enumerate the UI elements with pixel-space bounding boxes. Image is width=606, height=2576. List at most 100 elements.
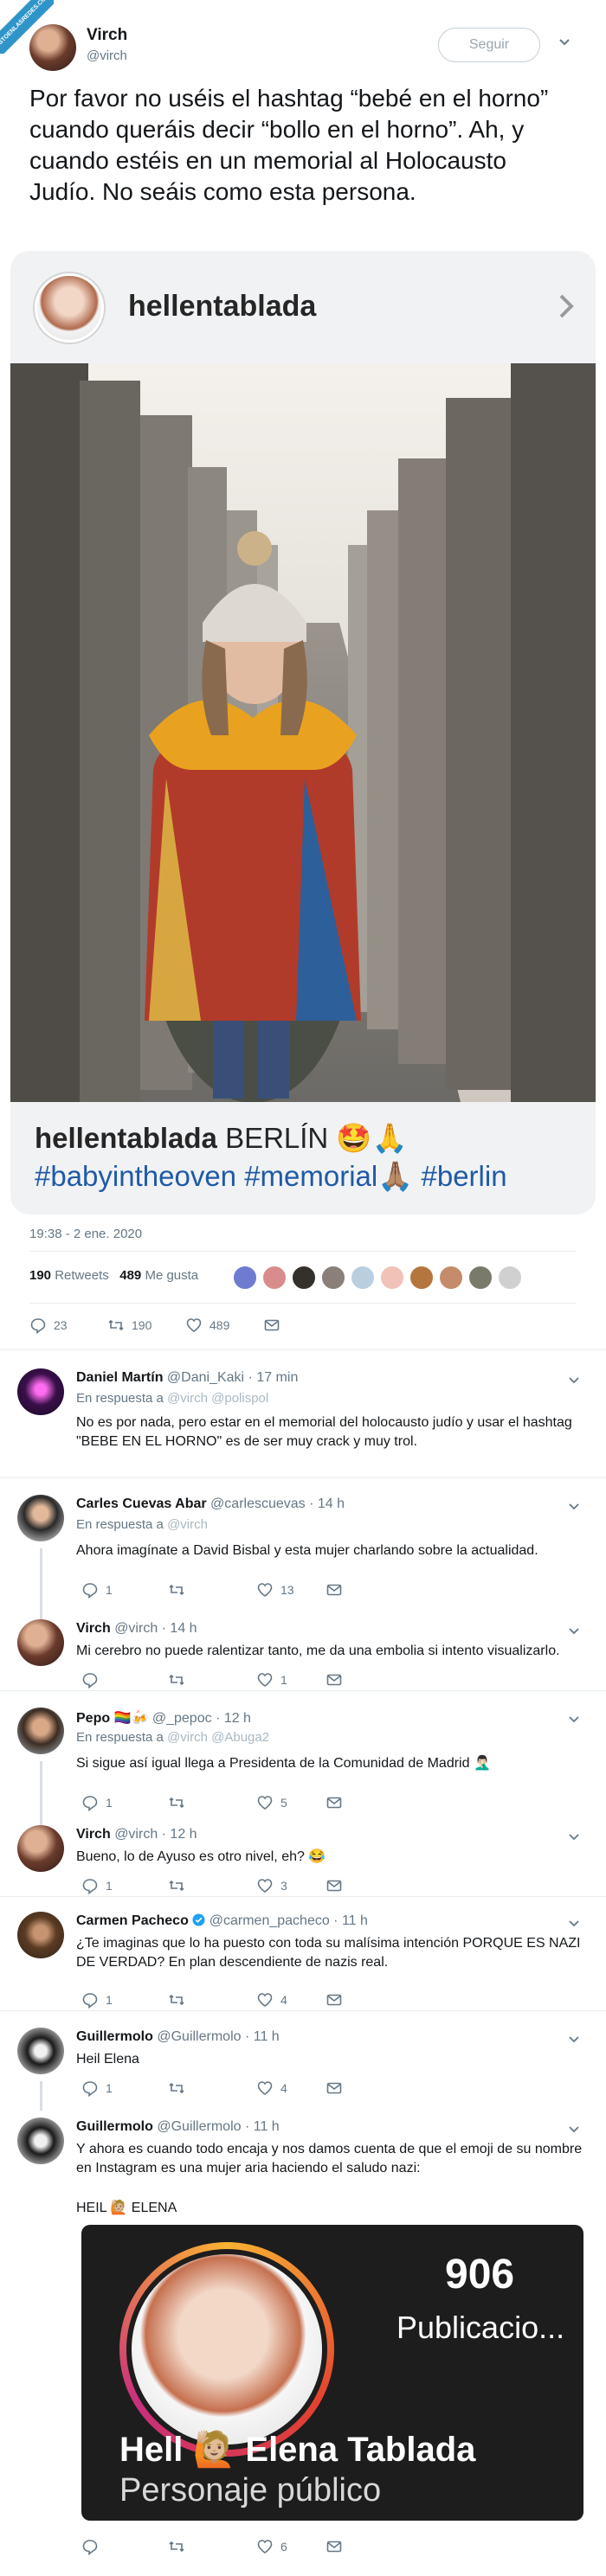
reply-author[interactable]: Guillermolo @Guillermolo · 11 h <box>76 2029 280 2045</box>
reply-avatar[interactable] <box>17 1708 64 1754</box>
in-reply-to-handles[interactable]: @virch @polispol <box>167 1391 268 1406</box>
retweet-button[interactable]: 190 <box>107 1315 152 1336</box>
chevron-down-icon[interactable] <box>568 1624 580 1637</box>
reply-avatar[interactable] <box>17 1825 64 1872</box>
chevron-right-icon[interactable] <box>558 292 575 320</box>
reply-avatar[interactable] <box>17 1619 64 1666</box>
envelope-icon <box>326 1797 342 1809</box>
likes-label[interactable]: Me gusta <box>145 1268 198 1283</box>
retweet-count: 190 <box>132 1318 152 1332</box>
reply-text: No es por nada, pero estar en el memoria… <box>76 1415 572 1449</box>
liker-avatar[interactable] <box>291 1265 317 1291</box>
chevron-down-icon[interactable] <box>568 1713 580 1725</box>
reply-button[interactable]: 1 <box>81 1875 113 1896</box>
retweet-button[interactable] <box>168 1669 192 1690</box>
like-button[interactable]: 3 <box>256 1875 287 1896</box>
message-button[interactable] <box>326 1669 343 1690</box>
chevron-down-icon[interactable] <box>568 1500 580 1512</box>
like-button[interactable]: 5 <box>256 1792 287 1813</box>
retweet-button[interactable] <box>168 2536 192 2557</box>
reply-button[interactable]: 1 <box>81 1990 113 2010</box>
liker-avatar[interactable] <box>438 1265 464 1291</box>
reply-author[interactable]: Pepo 🏳️‍🌈🍻 @_pepoc · 12 h <box>76 1709 251 1727</box>
message-button[interactable] <box>326 1580 343 1600</box>
author-handle[interactable]: @virch <box>87 48 127 63</box>
reply-button[interactable]: 1 <box>81 1580 113 1600</box>
follow-button[interactable]: Seguir <box>438 28 540 62</box>
message-button[interactable] <box>326 2536 343 2557</box>
reply-button[interactable]: 1 <box>81 1792 113 1813</box>
like-button[interactable]: 6 <box>256 2536 287 2557</box>
reply-avatar[interactable] <box>17 1368 64 1415</box>
retweets-label[interactable]: Retweets <box>55 1268 109 1283</box>
posts-count: 906 <box>445 2252 515 2297</box>
reply-avatar[interactable] <box>17 1912 64 1958</box>
envelope-icon <box>326 1584 342 1596</box>
like-button[interactable]: 4 <box>256 2078 287 2099</box>
in-reply-to-handles[interactable]: @virch @Abuga2 <box>167 1730 269 1745</box>
message-button[interactable] <box>326 2078 343 2099</box>
message-button[interactable] <box>326 1875 343 1896</box>
liker-avatar[interactable] <box>497 1265 523 1291</box>
like-button[interactable]: 13 <box>256 1580 294 1600</box>
reply-icon <box>82 1673 98 1688</box>
message-button[interactable] <box>326 1990 343 2010</box>
message-button[interactable] <box>326 1792 343 1813</box>
envelope-icon <box>326 1994 342 2006</box>
retweet-button[interactable] <box>168 2078 192 2099</box>
retweet-button[interactable] <box>168 1792 192 1813</box>
tweet-timestamp[interactable]: 19:38 - 2 ene. 2020 <box>29 1227 142 1241</box>
reply-avatar[interactable] <box>17 1495 64 1541</box>
instagram-post-card[interactable]: hellentablada hellentablada BERLÍN 🤩🙏 #b… <box>10 251 596 1214</box>
liker-avatar[interactable] <box>232 1265 258 1291</box>
reply-author[interactable]: Guillermolo @Guillermolo · 11 h <box>76 2119 280 2135</box>
envelope-icon <box>326 1880 342 1892</box>
heart-icon <box>257 2540 273 2554</box>
reply-author[interactable]: Virch @virch · 12 h <box>76 1827 197 1842</box>
instagram-avatar[interactable] <box>35 273 104 343</box>
heart-icon <box>186 1318 202 1332</box>
retweet-icon <box>108 1319 124 1331</box>
chevron-down-icon[interactable] <box>558 35 571 48</box>
chevron-down-icon[interactable] <box>568 2033 580 2045</box>
reply-author[interactable]: Carles Cuevas Abar @carlescuevas · 14 h <box>76 1496 345 1512</box>
message-button[interactable] <box>263 1315 280 1336</box>
reply-button[interactable] <box>81 2536 106 2557</box>
chevron-down-icon[interactable] <box>568 1830 580 1842</box>
reply-text: ¿Te imaginas que lo ha puesto con toda s… <box>76 1936 581 1970</box>
retweets-count[interactable]: 190 <box>29 1268 51 1283</box>
chevron-down-icon[interactable] <box>568 1374 580 1386</box>
reply-button[interactable]: 1 <box>81 2078 113 2099</box>
chevron-down-icon[interactable] <box>568 2123 580 2135</box>
author-name[interactable]: Virch <box>87 26 127 45</box>
retweet-button[interactable] <box>168 1875 192 1896</box>
instagram-username[interactable]: hellentablada <box>128 290 316 324</box>
reply-text: Y ahora es cuando todo encaja y nos damo… <box>76 2142 583 2176</box>
likes-count[interactable]: 489 <box>119 1268 141 1283</box>
author-avatar[interactable] <box>29 24 76 71</box>
liker-avatar[interactable] <box>320 1265 346 1291</box>
retweet-button[interactable] <box>168 1990 192 2010</box>
reply-avatar[interactable] <box>17 2118 64 2164</box>
reply-author-handle: @Guillermolo · 11 h <box>157 2029 280 2044</box>
reply-author[interactable]: Daniel Martín @Dani_Kaki · 17 min <box>76 1370 298 1386</box>
reply-author[interactable]: Carmen Pacheco @carmen_pacheco · 11 h <box>76 1913 368 1929</box>
retweet-button[interactable] <box>168 1580 192 1600</box>
liker-avatar[interactable] <box>350 1265 376 1291</box>
like-button[interactable]: 1 <box>256 1669 287 1690</box>
instagram-caption-username[interactable]: hellentablada <box>35 1122 217 1154</box>
liker-avatar[interactable] <box>379 1265 405 1291</box>
liker-avatar[interactable] <box>409 1265 435 1291</box>
instagram-hashtags[interactable]: #babyintheoven #memorial🙏🏽 #berlin <box>35 1160 507 1192</box>
chevron-down-icon[interactable] <box>568 1917 580 1929</box>
like-button[interactable]: 489 <box>185 1315 229 1336</box>
reply-button[interactable] <box>81 1669 106 1690</box>
in-reply-to-handles[interactable]: @virch <box>167 1517 208 1532</box>
liker-avatar[interactable] <box>261 1265 287 1291</box>
reply-avatar[interactable] <box>17 2028 64 2074</box>
tweet-header: Virch @virch Seguir <box>26 21 580 73</box>
like-button[interactable]: 4 <box>256 1990 287 2010</box>
liker-avatar[interactable] <box>467 1265 493 1291</box>
reply-author[interactable]: Virch @virch · 14 h <box>76 1621 197 1637</box>
reply-button[interactable]: 23 <box>29 1315 68 1336</box>
